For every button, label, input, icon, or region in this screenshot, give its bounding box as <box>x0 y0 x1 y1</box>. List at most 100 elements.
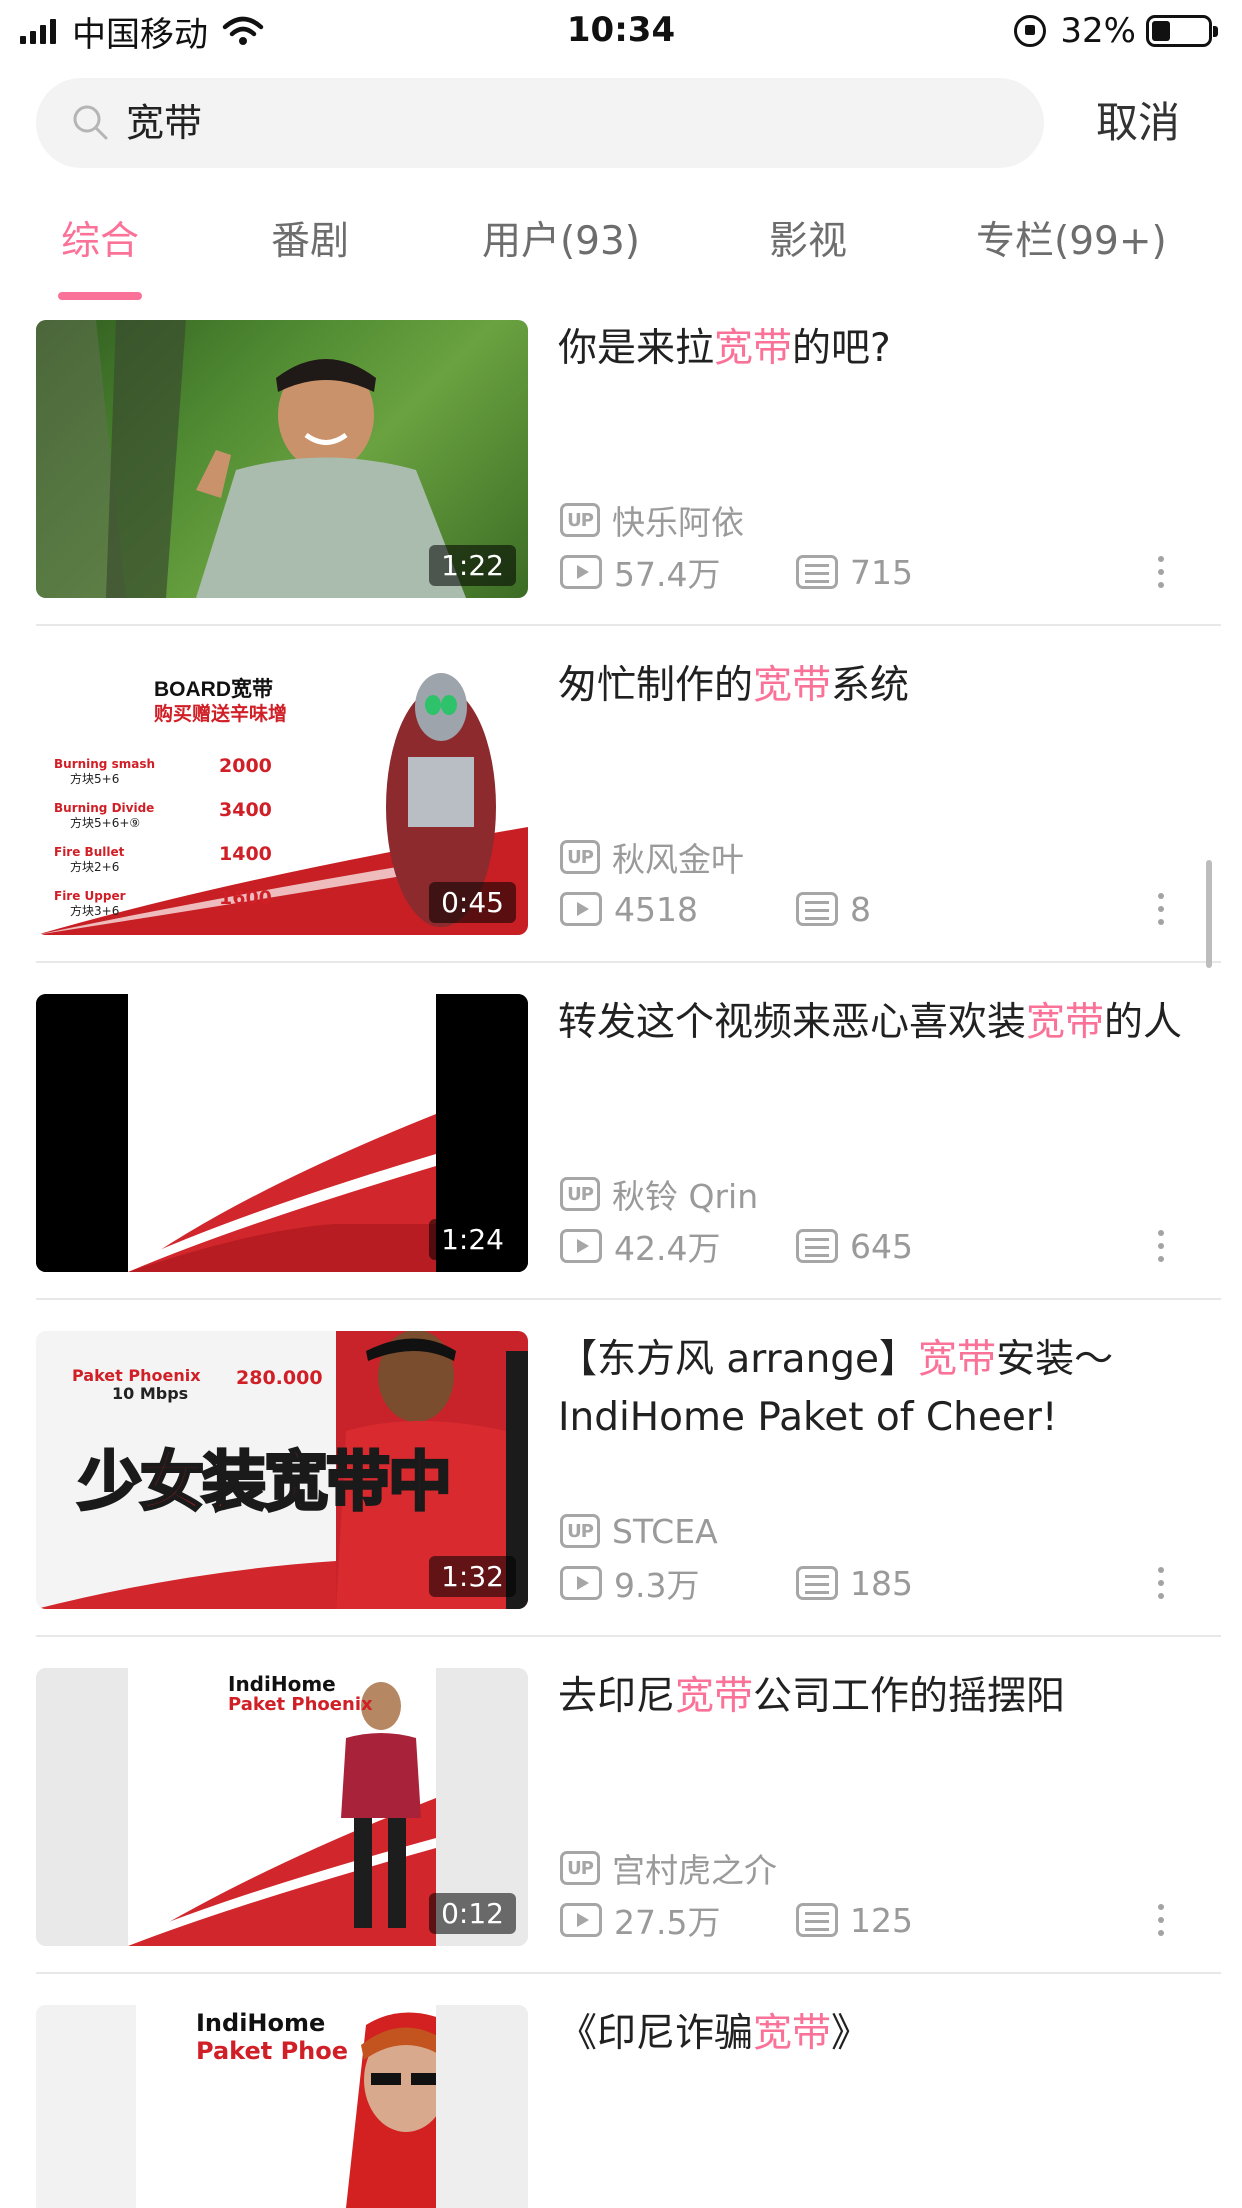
thumbnail-subheading: Paket Phoenix <box>228 1694 373 1715</box>
divider <box>36 1635 1221 1637</box>
divider <box>36 624 1221 626</box>
keyword-highlight: 宽带 <box>753 663 832 708</box>
video-card[interactable]: 1:24 转发这个视频来恶心喜欢装宽带的人 UP 秋铃 Qrin 42.4万 6… <box>0 994 1242 1331</box>
uploader[interactable]: UP 宫村虎之介 <box>560 1848 777 1890</box>
status-bar: 中国移动 10:34 32% <box>0 0 1242 62</box>
divider <box>36 961 1221 963</box>
keyword-highlight: 宽带 <box>918 1337 997 1382</box>
scrollbar[interactable] <box>1206 860 1212 968</box>
video-duration: 1:32 <box>429 1556 516 1597</box>
danmaku-count-icon <box>796 555 838 589</box>
video-title[interactable]: 《印尼诈骗宽带》 <box>558 2005 1198 2063</box>
uploader[interactable]: UP 秋铃 Qrin <box>560 1174 758 1216</box>
video-title[interactable]: 你是来拉宽带的吧? <box>558 320 1198 378</box>
danmaku-count: 125 <box>850 1900 913 1940</box>
keyword-highlight: 宽带 <box>1026 1000 1105 1045</box>
danmaku-count: 8 <box>850 889 871 929</box>
video-thumbnail[interactable]: IndiHome Paket Phoe <box>36 2005 528 2208</box>
keyword-highlight: 宽带 <box>714 326 793 371</box>
video-stats: 27.5万 125 <box>560 1900 1200 1942</box>
search-icon <box>73 105 108 140</box>
danmaku-count-icon <box>796 1903 838 1937</box>
uploader-name: 快乐阿依 <box>612 503 744 542</box>
uploader[interactable]: UP 秋风金叶 <box>560 837 744 879</box>
search-query: 宽带 <box>126 101 203 145</box>
video-thumbnail[interactable]: 1:24 <box>36 994 528 1272</box>
thumbnail-subheading: Paket Phoe <box>196 2037 349 2065</box>
search-input[interactable]: 宽带 <box>36 78 1044 168</box>
keyword-highlight: 宽带 <box>753 2011 832 2056</box>
rotation-lock-icon <box>1014 15 1047 47</box>
video-title[interactable]: 转发这个视频来恶心喜欢装宽带的人 <box>558 994 1198 1052</box>
result-tabs: 综合 番剧 用户(93) 影视 专栏(99+) <box>0 210 1242 306</box>
view-count: 42.4万 <box>614 1229 721 1268</box>
thumbnail-subheading: 购买赠送辛味增 <box>154 703 288 725</box>
up-badge-icon: UP <box>560 840 600 874</box>
tab-bangumi[interactable]: 番剧 <box>268 210 352 306</box>
view-count: 9.3万 <box>614 1566 700 1605</box>
video-stats: 4518 8 <box>560 889 1200 929</box>
danmaku-count-icon <box>796 1229 838 1263</box>
up-badge-icon: UP <box>560 1851 600 1885</box>
video-duration: 1:22 <box>429 545 516 586</box>
video-duration: 1:24 <box>429 1219 516 1260</box>
video-thumbnail[interactable]: IndiHome Paket Phoenix 0:12 <box>36 1668 528 1946</box>
tab-movies[interactable]: 影视 <box>766 210 850 306</box>
danmaku-count-icon <box>796 1566 838 1600</box>
uploader[interactable]: UP STCEA <box>560 1511 718 1551</box>
up-badge-icon: UP <box>560 1514 600 1548</box>
up-badge-icon: UP <box>560 503 600 537</box>
danmaku-count: 715 <box>850 552 913 592</box>
video-card[interactable]: 1:22 你是来拉宽带的吧? UP 快乐阿依 57.4万 715 <box>0 320 1242 657</box>
play-count-icon <box>560 1229 602 1263</box>
video-stats: 57.4万 715 <box>560 552 1200 594</box>
video-card[interactable]: Paket Phoenix 10 Mbps 280.000 少女装宽带中 1:32… <box>0 1331 1242 1668</box>
video-thumbnail[interactable]: Paket Phoenix 10 Mbps 280.000 少女装宽带中 1:32 <box>36 1331 528 1609</box>
video-stats: 42.4万 645 <box>560 1226 1200 1268</box>
active-tab-indicator <box>58 292 142 300</box>
view-count: 4518 <box>614 889 698 929</box>
play-count-icon <box>560 1566 602 1600</box>
keyword-highlight: 宽带 <box>675 1674 754 1719</box>
danmaku-count: 645 <box>850 1226 913 1266</box>
uploader-name: 秋铃 Qrin <box>612 1177 759 1216</box>
video-card[interactable]: IndiHome Paket Phoenix 0:12 去印尼宽带公司工作的摇摆… <box>0 1668 1242 2005</box>
video-title[interactable]: 匆忙制作的宽带系统 <box>558 657 1198 715</box>
video-thumbnail[interactable]: BOARD宽带 购买赠送辛味增 Burning smash 方块5+6 Burni… <box>36 657 528 935</box>
more-options-icon[interactable] <box>1158 1567 1164 1601</box>
thumbnail-heading: IndiHome <box>228 1672 336 1696</box>
more-options-icon[interactable] <box>1158 556 1164 590</box>
cancel-button[interactable]: 取消 <box>1096 78 1180 168</box>
danmaku-count-icon <box>796 892 838 926</box>
video-thumbnail[interactable]: 1:22 <box>36 320 528 598</box>
more-options-icon[interactable] <box>1158 1230 1164 1264</box>
video-stats: 9.3万 185 <box>560 1563 1200 1605</box>
play-count-icon <box>560 555 602 589</box>
play-count-icon <box>560 1903 602 1937</box>
more-options-icon[interactable] <box>1158 893 1164 927</box>
video-duration: 0:12 <box>429 1893 516 1934</box>
uploader-name: STCEA <box>612 1511 718 1551</box>
danmaku-count: 185 <box>850 1563 913 1603</box>
thumbnail-heading: IndiHome <box>196 2009 326 2037</box>
video-card[interactable]: BOARD宽带 购买赠送辛味增 Burning smash 方块5+6 Burni… <box>0 657 1242 994</box>
tab-articles[interactable]: 专栏(99+) <box>976 210 1167 306</box>
video-duration: 0:45 <box>429 882 516 923</box>
thumbnail-price-list: Paket Phoenix 10 Mbps <box>72 1366 201 1403</box>
uploader[interactable]: UP 快乐阿依 <box>560 500 744 542</box>
uploader-name: 秋风金叶 <box>612 840 744 879</box>
battery-icon <box>1146 15 1218 47</box>
more-options-icon[interactable] <box>1158 1904 1164 1938</box>
uploader-name: 宫村虎之介 <box>612 1851 777 1890</box>
video-title[interactable]: 【东方风 arrange】宽带安装～IndiHome Paket of Chee… <box>558 1331 1198 1447</box>
view-count: 27.5万 <box>614 1903 721 1942</box>
video-title[interactable]: 去印尼宽带公司工作的摇摆阳 <box>558 1668 1198 1726</box>
thumbnail-price: 280.000 <box>236 1367 323 1389</box>
up-badge-icon: UP <box>560 1177 600 1211</box>
tab-users[interactable]: 用户(93) <box>476 210 646 306</box>
play-count-icon <box>560 892 602 926</box>
divider <box>36 1972 1221 1974</box>
divider <box>36 1298 1221 1300</box>
search-bar: 宽带 取消 <box>0 78 1242 170</box>
video-card[interactable]: IndiHome Paket Phoe 《印尼诈骗宽带》 <box>0 2005 1242 2208</box>
